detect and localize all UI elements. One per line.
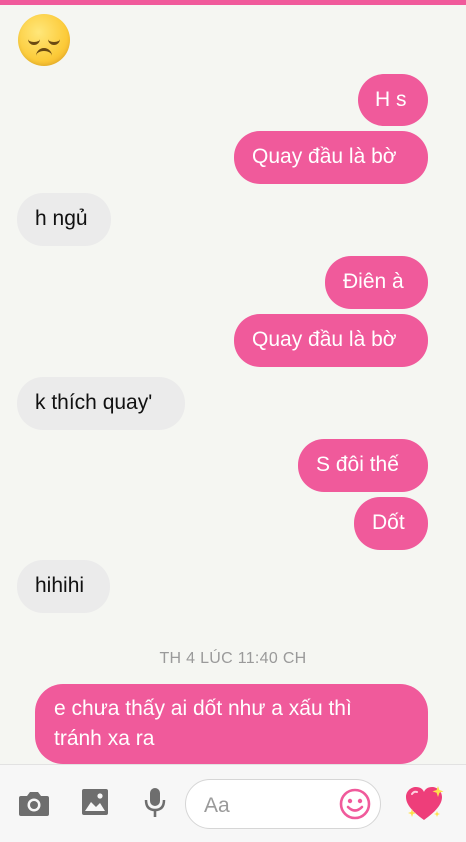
message-input[interactable] [202,792,336,820]
message-text: Quay đầu là bờ [252,328,397,351]
message-text: Điên à [343,270,404,293]
camera-icon[interactable] [18,789,50,822]
message-text: k thích quay' [35,391,153,414]
message-text: H s [375,88,407,111]
message-text: Quay đầu là bờ [252,145,397,168]
message-text: S đôi thế [316,453,399,476]
message-incoming[interactable]: hihihi [17,560,110,613]
message-outgoing[interactable]: e chưa thấy ai dốt như a xấu thì tránh x… [35,684,428,764]
microphone-icon[interactable] [143,787,167,824]
message-incoming[interactable]: h ngủ [17,193,111,246]
message-outgoing[interactable]: S đôi thế [298,439,428,492]
smiley-icon[interactable] [339,788,371,825]
message-input-container [185,779,381,829]
message-text: hihihi [35,574,85,597]
message-text-line: e chưa thấy ai dốt như a xấu thì [54,697,352,720]
message-outgoing[interactable]: Quay đầu là bờ [234,314,428,367]
message-text: Dốt [372,511,405,534]
message-text-line: tránh xa ra [54,727,155,750]
top-accent-bar [0,0,466,5]
message-outgoing[interactable]: Dốt [354,497,428,550]
message-composer [0,764,466,842]
message-outgoing[interactable]: H s [358,74,428,126]
message-text: h ngủ [35,207,88,230]
image-icon[interactable] [81,788,109,821]
message-incoming[interactable]: k thích quay' [17,377,185,430]
heart-sparkle-icon[interactable] [404,785,446,828]
disappointed-face-emoji [18,14,70,66]
message-outgoing[interactable]: Điên à [325,256,428,309]
message-outgoing[interactable]: Quay đầu là bờ [234,131,428,184]
timestamp-separator: TH 4 LÚC 11:40 CH [159,650,307,667]
